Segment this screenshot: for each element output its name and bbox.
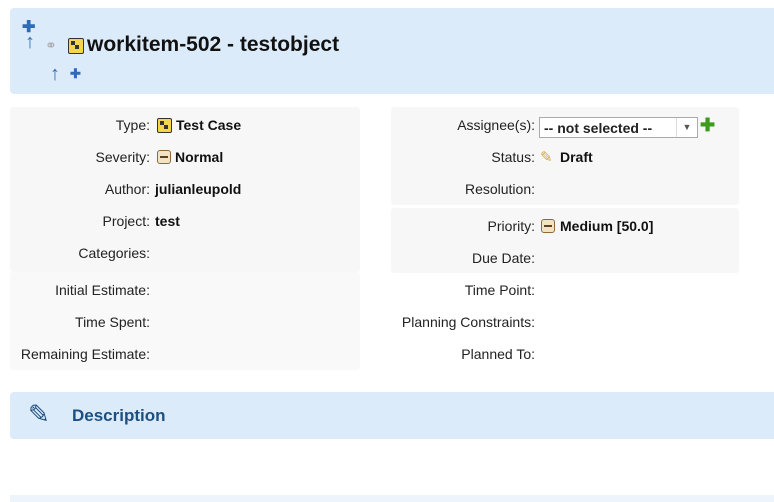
page-title: workitem-502 - testobject [87,33,340,56]
resolution-label: Resolution: [464,181,535,197]
time-spent-label: Time Spent: [75,314,150,330]
initial-estimate-label: Initial Estimate: [55,282,150,298]
description-title: Description [72,406,166,425]
chevron-down-icon[interactable]: ▼ [676,118,697,137]
categories-label: Categories: [78,245,150,261]
type-value: Test Case [176,117,242,133]
add-small-icon[interactable]: ✚ [70,67,81,81]
due-date-label: Due Date: [471,250,535,266]
author-value[interactable]: julianleupold [155,181,241,197]
planned-to-label: Planned To: [461,346,535,362]
test-case-icon [157,118,172,133]
move-up-icon[interactable]: ↑ [25,32,35,52]
project-label: Project: [102,213,150,229]
priority-value[interactable]: Medium [50.0] [560,218,653,234]
severity-value: Normal [175,149,224,165]
priority-label: Priority: [487,218,535,234]
severity-normal-icon [157,150,171,164]
pencil-draft-icon: ✎ [540,149,553,166]
type-label: Type: [115,117,150,133]
priority-medium-icon [541,219,555,233]
remaining-estimate-label: Remaining Estimate: [20,346,150,362]
time-point-label: Time Point: [464,282,535,298]
test-case-icon [68,38,84,54]
assignee-select[interactable]: -- not selected -- ▼ [539,117,698,138]
next-section-header [10,495,774,502]
status-value[interactable]: Draft [560,149,593,165]
pencil-icon: ✎ [28,399,50,429]
link-icon[interactable]: ⚭ [45,37,57,54]
add-assignee-icon[interactable]: ✚ [700,116,715,134]
author-label: Author: [104,181,150,197]
move-up-small-icon[interactable]: ↑ [50,64,60,84]
status-label: Status: [491,149,535,165]
severity-label: Severity: [95,149,150,165]
planning-constraints-label: Planning Constraints: [401,314,535,330]
assignee-selected-value: -- not selected -- [544,120,653,136]
assignee-label: Assignee(s): [457,117,535,133]
project-value[interactable]: test [155,213,180,229]
